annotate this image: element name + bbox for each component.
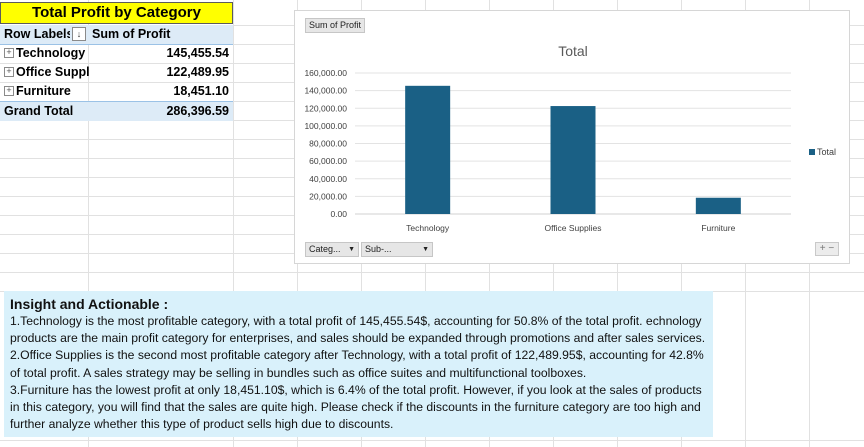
x-tick-label: Furniture bbox=[701, 223, 735, 233]
profit-value: 122,489.95 bbox=[166, 65, 229, 79]
y-tick-label: 160,000.00 bbox=[304, 68, 347, 78]
category-label: Furniture bbox=[16, 84, 71, 98]
pivot-header-row: Row Labels ↓ Sum of Profit bbox=[0, 25, 233, 45]
profit-value: 18,451.10 bbox=[173, 84, 229, 98]
bar-technology[interactable] bbox=[405, 85, 451, 214]
chart-plot-area[interactable]: 0.00 20,000.00 40,000.00 60,000.00 80,000.00… bbox=[295, 11, 851, 265]
expand-collapse-field-buttons[interactable]: + − bbox=[815, 242, 839, 256]
y-tick-label: 120,000.00 bbox=[304, 103, 347, 113]
insight-textbox[interactable]: Insight and Actionable : 1.Technology is… bbox=[4, 291, 713, 437]
row-label: + Office Suppli bbox=[4, 63, 90, 82]
y-tick-label: 140,000.00 bbox=[304, 86, 347, 96]
dropdown-arrow-icon: ▼ bbox=[348, 246, 355, 253]
pivot-title[interactable]: Total Profit by Category bbox=[0, 2, 233, 24]
grand-total-value: 286,396.59 bbox=[166, 104, 229, 118]
gridline bbox=[0, 272, 864, 273]
pivot-row-office-supplies[interactable]: + Office Suppli 122,489.95 bbox=[0, 63, 233, 82]
row-label: + Furniture bbox=[4, 82, 90, 101]
x-tick-label: Office Supplies bbox=[544, 223, 601, 233]
legend-label: Total bbox=[817, 147, 837, 157]
y-tick-label: 60,000.00 bbox=[309, 156, 347, 166]
y-tick-label: 100,000.00 bbox=[304, 121, 347, 131]
sum-of-profit-header[interactable]: Sum of Profit bbox=[92, 25, 170, 44]
subcategory-field-label: Sub-... bbox=[365, 244, 392, 254]
category-label: Office Suppli bbox=[16, 65, 90, 79]
y-tick-label: 40,000.00 bbox=[309, 174, 347, 184]
bar-office-supplies[interactable] bbox=[550, 106, 596, 214]
insight-point-furniture: 3.Furniture has the lowest profit at onl… bbox=[10, 382, 702, 432]
y-tick-label: 80,000.00 bbox=[309, 139, 347, 149]
row-label: + Technology bbox=[4, 44, 90, 63]
chart-legend[interactable]: Total bbox=[809, 147, 836, 157]
y-tick-label: 0.00 bbox=[330, 209, 347, 219]
filter-dropdown-icon[interactable]: ↓ bbox=[72, 27, 86, 41]
subcategory-axis-field-button[interactable]: Sub-... ▼ bbox=[361, 242, 433, 257]
pivot-row-technology[interactable]: + Technology 145,455.54 bbox=[0, 44, 233, 63]
pivot-chart[interactable]: Sum of Profit Total 0.00 20,000.00 40,000.… bbox=[294, 10, 850, 264]
grand-total-label: Grand Total bbox=[4, 104, 74, 118]
expand-icon[interactable]: + bbox=[4, 47, 14, 58]
expand-icon[interactable]: + bbox=[4, 85, 14, 96]
profit-value: 145,455.54 bbox=[166, 46, 229, 60]
x-tick-label: Technology bbox=[406, 223, 450, 233]
insight-point-office-supplies: 2.Office Supplies is the second most pro… bbox=[10, 348, 704, 380]
row-labels-header[interactable]: Row Labels bbox=[4, 25, 70, 44]
gridline bbox=[0, 440, 864, 441]
insight-point-technology: 1.Technology is the most profitable cate… bbox=[10, 314, 706, 346]
category-label: Technology bbox=[16, 46, 86, 60]
pivot-grand-total-row[interactable]: Grand Total 286,396.59 bbox=[0, 101, 233, 121]
pivot-row-furniture[interactable]: + Furniture 18,451.10 bbox=[0, 82, 233, 101]
legend-swatch bbox=[809, 149, 815, 155]
insight-heading: Insight and Actionable : bbox=[10, 296, 169, 312]
bar-furniture[interactable] bbox=[695, 197, 741, 214]
dropdown-arrow-icon: ▼ bbox=[422, 246, 429, 253]
expand-icon[interactable]: + bbox=[4, 66, 14, 77]
category-field-label: Categ... bbox=[309, 244, 341, 254]
y-tick-label: 20,000.00 bbox=[309, 191, 347, 201]
category-axis-field-button[interactable]: Categ... ▼ bbox=[305, 242, 359, 257]
